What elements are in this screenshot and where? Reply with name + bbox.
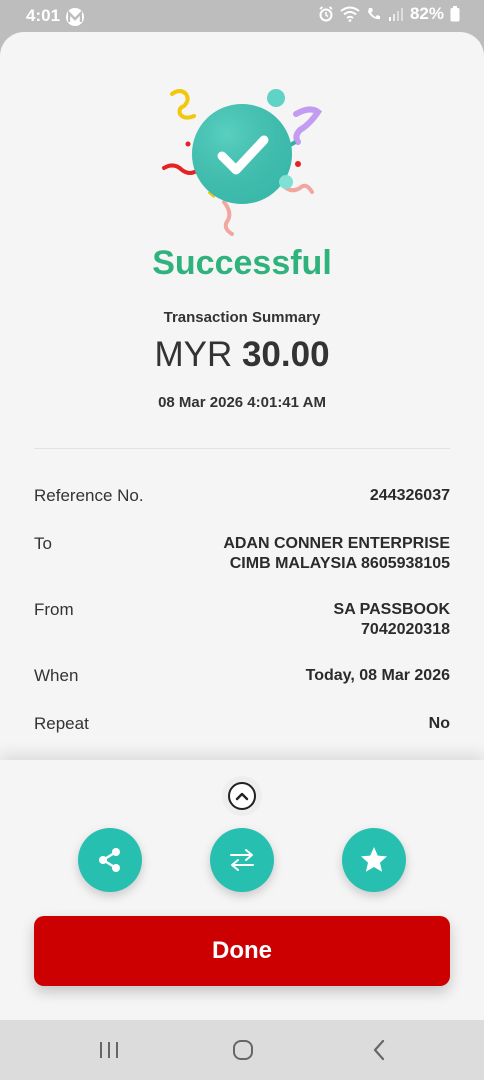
- detail-label: When: [34, 666, 79, 685]
- status-time: 4:01: [26, 6, 61, 25]
- chevron-up-icon: [228, 782, 256, 810]
- back-icon: [373, 1039, 385, 1061]
- detail-value: ADAN CONNER ENTERPRISE CIMB MALAYSIA 860…: [223, 534, 450, 574]
- app-notification-icon: [66, 8, 84, 26]
- detail-value-line: 244326037: [369, 487, 450, 504]
- system-navigation-bar: [0, 1020, 484, 1080]
- transaction-summary-label: Transaction Summary: [163, 309, 321, 326]
- detail-value: 244326037: [370, 486, 450, 506]
- transaction-datetime: 08 Mar 2026 4:01:41 AM: [158, 394, 326, 411]
- detail-value-line: CIMB MALAYSIA 8605938105: [229, 555, 450, 572]
- success-check-icon: [150, 84, 330, 244]
- amount-value: 30.00: [241, 335, 330, 374]
- detail-label: To: [34, 534, 52, 553]
- back-button[interactable]: [366, 1038, 392, 1062]
- detail-value: SA PASSBOOK 7042020318: [334, 600, 450, 640]
- status-icons: 82%: [318, 4, 460, 24]
- share-button[interactable]: [78, 828, 142, 892]
- signal-icon: [388, 8, 403, 21]
- detail-label: From: [34, 600, 74, 619]
- expand-button[interactable]: [222, 776, 262, 816]
- favourite-button[interactable]: [342, 828, 406, 892]
- transaction-amount: MYR 30.00: [0, 335, 484, 375]
- star-icon: [361, 847, 387, 872]
- amount-currency: MYR: [154, 335, 233, 374]
- detail-value: No: [429, 714, 450, 734]
- detail-value-line: ADAN CONNER ENTERPRISE: [223, 535, 450, 552]
- detail-value-line: 7042020318: [361, 621, 450, 638]
- status-bar: 4:01 82%: [0, 0, 484, 32]
- detail-value-line: No: [428, 715, 450, 732]
- share-icon: [99, 848, 120, 872]
- alarm-icon: [319, 6, 333, 22]
- battery-icon: [450, 6, 460, 22]
- home-icon: [233, 1040, 253, 1060]
- recent-apps-icon: [100, 1042, 118, 1058]
- recent-apps-button[interactable]: [96, 1038, 122, 1062]
- detail-label: Repeat: [34, 714, 89, 733]
- detail-value: Today, 08 Mar 2026: [306, 666, 450, 686]
- transfer-icon: [230, 849, 254, 871]
- detail-label: Reference No.: [34, 486, 144, 505]
- detail-value-line: SA PASSBOOK: [333, 601, 450, 618]
- transfer-again-button[interactable]: [210, 828, 274, 892]
- bottom-action-panel: Done: [0, 760, 484, 1020]
- divider: [34, 448, 450, 449]
- wifi-icon: [340, 6, 360, 22]
- status-title: Successful: [152, 244, 332, 282]
- transaction-receipt-sheet: Successful Transaction Summary MYR 30.00…: [0, 32, 484, 1020]
- detail-value-line: Today, 08 Mar 2026: [305, 667, 450, 684]
- wifi-call-icon: [367, 8, 380, 20]
- battery-percentage: 82%: [409, 4, 444, 23]
- home-button[interactable]: [230, 1038, 256, 1062]
- done-button[interactable]: Done: [34, 916, 450, 986]
